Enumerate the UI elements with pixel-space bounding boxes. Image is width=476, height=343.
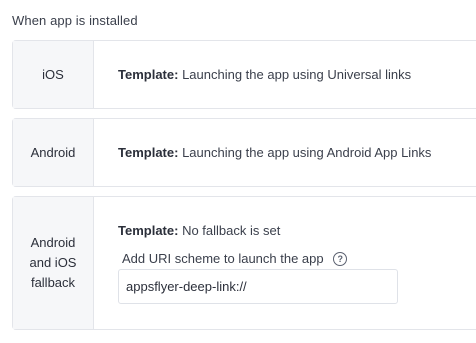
android-row: Android Template: Launching the app usin… — [12, 118, 476, 187]
question-circle-icon[interactable]: ? — [333, 251, 348, 266]
ios-label: iOS — [13, 41, 94, 108]
fallback-label: Android and iOS fallback — [13, 197, 94, 329]
template-value: No fallback is set — [182, 223, 281, 238]
fallback-template: Template: No fallback is set — [118, 223, 476, 238]
template-value: Launching the app using Universal links — [182, 67, 412, 82]
template-key: Template: — [118, 145, 179, 160]
template-value: Launching the app using Android App Link… — [182, 145, 432, 160]
fallback-label-line: Android — [30, 235, 76, 250]
section-title: When app is installed — [12, 13, 138, 28]
template-key: Template: — [118, 67, 179, 82]
template-key: Template: — [118, 223, 179, 238]
fallback-row: Android and iOS fallback Template: No fa… — [12, 196, 476, 330]
uri-scheme-label-row: Add URI scheme to launch the app ? — [122, 251, 476, 267]
fallback-label-line: fallback — [30, 275, 76, 290]
android-template: Template: Launching the app using Androi… — [118, 145, 476, 160]
ios-template: Template: Launching the app using Univer… — [118, 67, 476, 82]
uri-scheme-input[interactable] — [118, 269, 398, 304]
uri-scheme-label: Add URI scheme to launch the app — [122, 251, 324, 266]
fallback-label-line: and iOS — [29, 255, 77, 270]
android-label: Android — [13, 119, 94, 186]
ios-row: iOS Template: Launching the app using Un… — [12, 40, 476, 109]
